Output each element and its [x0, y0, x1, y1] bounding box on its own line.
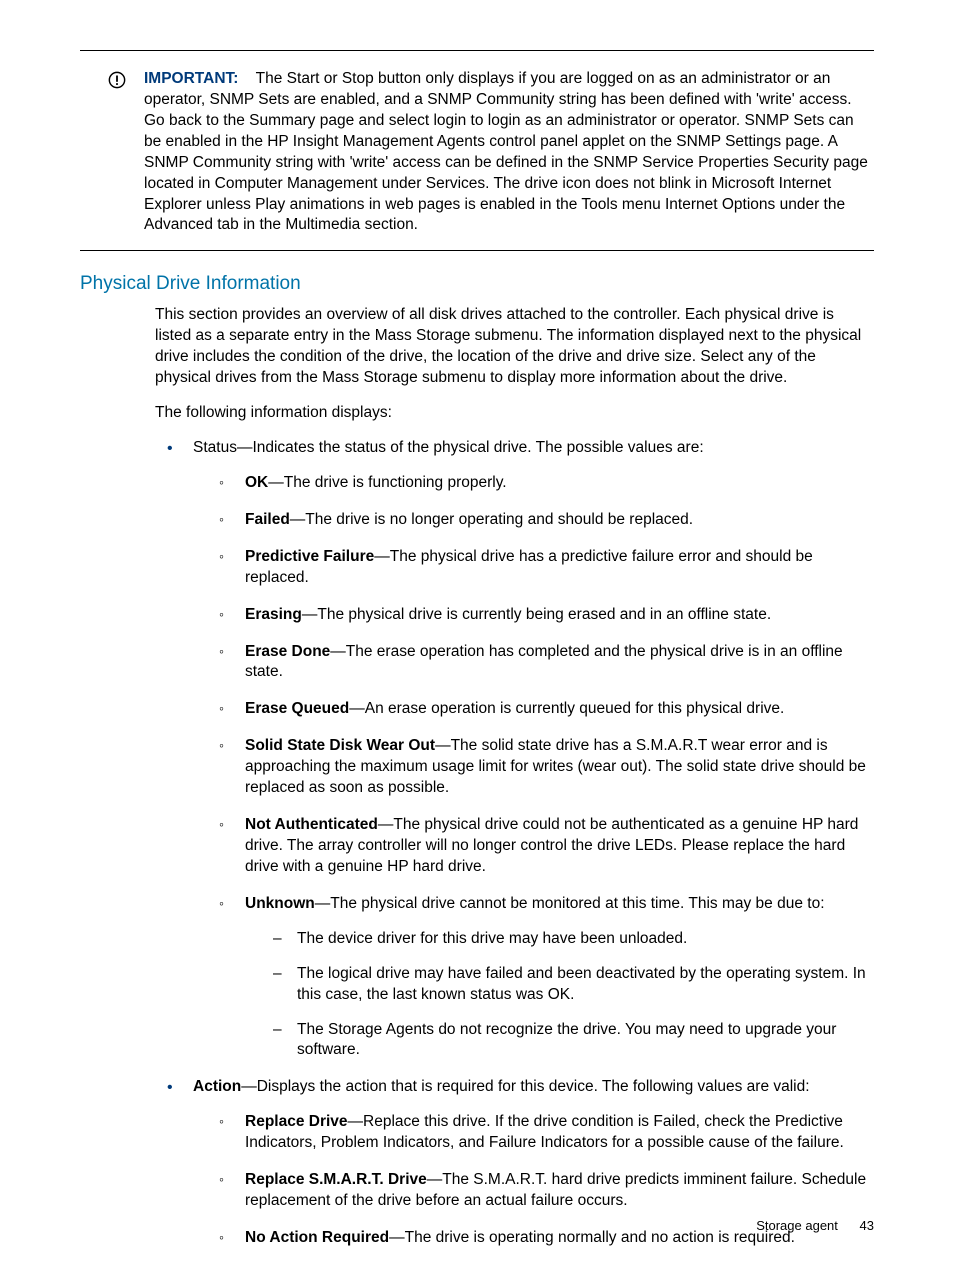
status-term: OK [245, 474, 268, 491]
top-bullet-list: Status—Indicates the status of the physi… [155, 438, 874, 1249]
status-item-unknown: Unknown—The physical drive cannot be mon… [211, 894, 874, 1062]
important-text: IMPORTANT: The Start or Stop button only… [144, 69, 874, 236]
status-item: Failed—The drive is no longer operating … [211, 510, 874, 531]
action-lead-term: Action [193, 1078, 241, 1095]
page-footer: Storage agent 43 [756, 1218, 874, 1233]
status-item: Erase Done—The erase operation has compl… [211, 642, 874, 684]
status-term: Failed [245, 511, 290, 528]
status-term: Predictive Failure [245, 548, 374, 565]
unknown-sublist: The device driver for this drive may hav… [263, 929, 874, 1062]
important-note: IMPORTANT: The Start or Stop button only… [80, 50, 874, 251]
status-desc: —The erase operation has completed and t… [245, 643, 843, 681]
status-values-list: OK—The drive is functioning properly. Fa… [211, 473, 874, 1061]
status-item: OK—The drive is functioning properly. [211, 473, 874, 494]
action-desc: —The drive is operating normally and no … [389, 1229, 795, 1246]
status-item: Erase Queued—An erase operation is curre… [211, 699, 874, 720]
important-body: The Start or Stop button only displays i… [144, 70, 868, 233]
action-term: Replace S.M.A.R.T. Drive [245, 1171, 427, 1188]
unknown-sub-item: The device driver for this drive may hav… [263, 929, 874, 950]
intro-paragraph-2: The following information displays: [155, 403, 874, 424]
footer-page-number: 43 [860, 1218, 874, 1233]
action-item: Replace Drive—Replace this drive. If the… [211, 1112, 874, 1154]
status-term: Unknown [245, 895, 315, 912]
status-item: Solid State Disk Wear Out—The solid stat… [211, 736, 874, 799]
unknown-sub-item: The logical drive may have failed and be… [263, 964, 874, 1006]
action-term: No Action Required [245, 1229, 389, 1246]
status-item: Erasing—The physical drive is currently … [211, 605, 874, 626]
status-lead: Status—Indicates the status of the physi… [193, 439, 704, 456]
status-term: Solid State Disk Wear Out [245, 737, 435, 754]
status-item: Predictive Failure—The physical drive ha… [211, 547, 874, 589]
status-desc: —The physical drive is currently being e… [302, 606, 771, 623]
status-desc: —An erase operation is currently queued … [349, 700, 784, 717]
status-desc: —The physical drive cannot be monitored … [315, 895, 825, 912]
body-content: This section provides an overview of all… [155, 305, 874, 1249]
unknown-sub-item: The Storage Agents do not recognize the … [263, 1020, 874, 1062]
action-term: Replace Drive [245, 1113, 348, 1130]
action-item: Replace S.M.A.R.T. Drive—The S.M.A.R.T. … [211, 1170, 874, 1212]
status-desc: —The drive is no longer operating and sh… [290, 511, 693, 528]
status-item: Not Authenticated—The physical drive cou… [211, 815, 874, 878]
important-label: IMPORTANT: [144, 70, 238, 87]
document-page: IMPORTANT: The Start or Stop button only… [0, 0, 954, 1271]
status-desc: —The drive is functioning properly. [268, 474, 506, 491]
status-term: Not Authenticated [245, 816, 378, 833]
status-term: Erase Queued [245, 700, 349, 717]
footer-section: Storage agent [756, 1218, 838, 1233]
action-lead-desc: —Displays the action that is required fo… [241, 1078, 809, 1095]
intro-paragraph-1: This section provides an overview of all… [155, 305, 874, 389]
section-heading: Physical Drive Information [80, 273, 874, 295]
status-term: Erase Done [245, 643, 330, 660]
important-icon [108, 71, 128, 94]
status-bullet: Status—Indicates the status of the physi… [155, 438, 874, 1061]
status-term: Erasing [245, 606, 302, 623]
